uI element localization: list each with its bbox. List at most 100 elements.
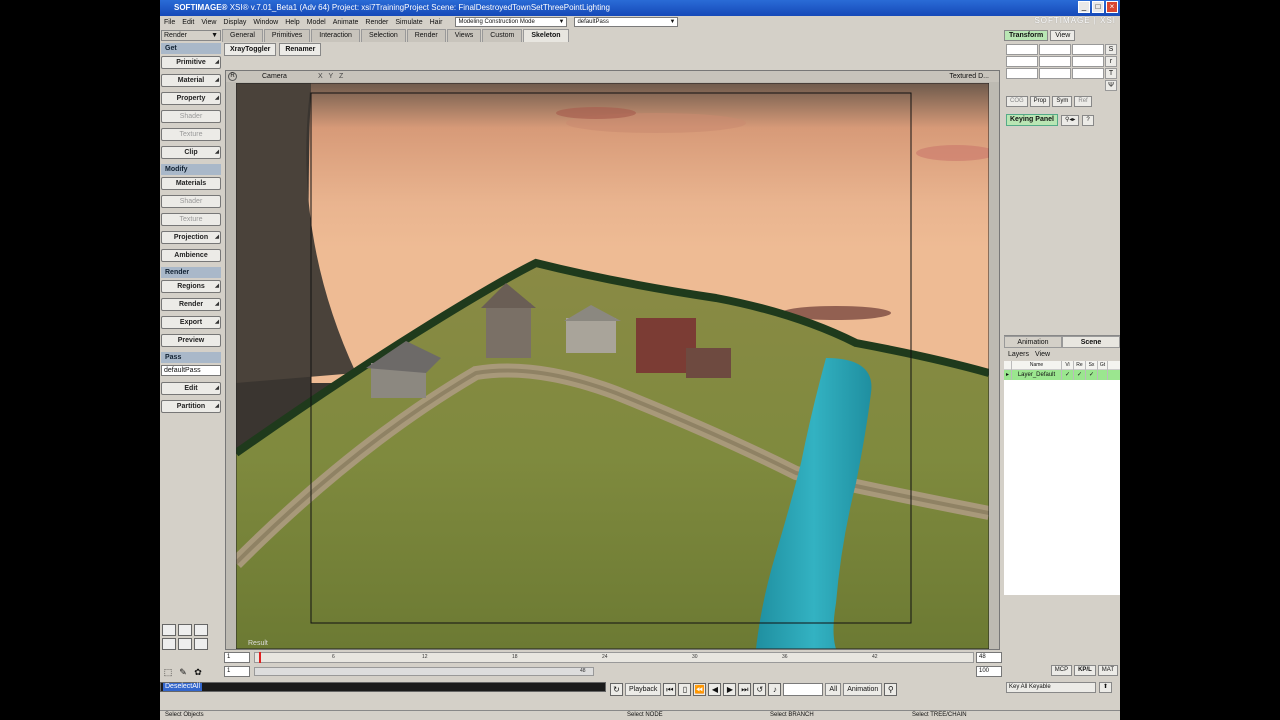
partition-button[interactable]: Partition ◢ <box>161 400 221 413</box>
tab-render[interactable]: Render <box>406 29 446 42</box>
range-start-field[interactable]: 1 <box>224 666 250 677</box>
modify-texture-button[interactable]: Texture <box>161 213 221 226</box>
material-button[interactable]: Material ◢ <box>161 74 221 87</box>
render-button[interactable]: Render ◢ <box>161 298 221 311</box>
layout-5-icon[interactable] <box>178 638 192 650</box>
maximize-button[interactable]: □ <box>1092 1 1104 13</box>
rendered-scene[interactable]: Result <box>236 83 989 649</box>
layer-name[interactable]: Layer_Default <box>1012 370 1062 380</box>
command-text[interactable]: DeselectAll <box>163 683 203 691</box>
layer-render-check[interactable]: ✓ <box>1074 370 1086 380</box>
loop-icon[interactable]: ↺ <box>753 682 767 696</box>
menu-hair[interactable]: Hair <box>430 19 443 26</box>
tab-mcp[interactable]: MCP <box>1050 665 1073 676</box>
toolbar-select[interactable]: Render ▼ <box>161 30 221 41</box>
viewport[interactable]: R Camera X Y Z Textured D... Result <box>225 70 1000 650</box>
rot-z-field[interactable] <box>1072 56 1104 67</box>
minimize-button[interactable]: _ <box>1078 1 1090 13</box>
frame-field[interactable] <box>783 682 824 696</box>
command-line[interactable]: DeselectAll <box>160 682 606 692</box>
materials-button[interactable]: Materials <box>161 177 221 190</box>
clip-button[interactable]: Clip ◢ <box>161 146 221 159</box>
preview-button[interactable]: Preview <box>161 334 221 347</box>
menu-model[interactable]: Model <box>307 19 326 26</box>
tab-primitives[interactable]: Primitives <box>263 29 311 42</box>
rot-y-field[interactable] <box>1039 56 1071 67</box>
key-icon[interactable]: ⚲◂▸ <box>1060 114 1080 126</box>
menu-help[interactable]: Help <box>285 19 299 26</box>
prev-frame-icon[interactable]: ◀ <box>708 682 722 696</box>
projection-button[interactable]: Projection ◢ <box>161 231 221 244</box>
menu-edit[interactable]: Edit <box>182 19 194 26</box>
layout-4-icon[interactable] <box>162 638 176 650</box>
help-icon[interactable]: ? <box>1082 114 1094 126</box>
key-all-keyable-select[interactable]: Key All Keyable <box>1006 682 1096 693</box>
scene-tab[interactable]: Scene <box>1062 336 1120 348</box>
close-button[interactable]: × <box>1106 1 1118 13</box>
menu-window[interactable]: Window <box>253 19 278 26</box>
regions-button[interactable]: Regions ◢ <box>161 280 221 293</box>
layout-2-icon[interactable] <box>178 624 192 636</box>
layout-3-icon[interactable] <box>194 624 208 636</box>
menu-display[interactable]: Display <box>223 19 246 26</box>
scale-z-field[interactable] <box>1072 44 1104 55</box>
rotate-label[interactable]: r <box>1105 56 1117 67</box>
ambience-button[interactable]: Ambience <box>161 249 221 262</box>
scale-y-field[interactable] <box>1039 44 1071 55</box>
layers-view-menu[interactable]: View <box>1035 348 1050 361</box>
tab-interaction[interactable]: Interaction <box>311 29 360 42</box>
stop-icon[interactable]: ▯ <box>678 682 692 696</box>
scale-label[interactable]: S <box>1105 44 1117 55</box>
translate-label[interactable]: T <box>1105 68 1117 79</box>
menu-render[interactable]: Render <box>365 19 388 26</box>
pass-select[interactable]: defaultPass ▼ <box>574 17 679 27</box>
audio-icon[interactable]: ♪ <box>768 682 782 696</box>
sym-button[interactable]: Sym <box>1052 96 1073 107</box>
shader-button[interactable]: Shader <box>161 110 221 123</box>
all-button[interactable]: All <box>825 682 842 696</box>
next-key-icon[interactable]: ⏭ <box>738 682 752 696</box>
animation-tab[interactable]: Animation <box>1004 336 1062 348</box>
animation-button[interactable]: Animation <box>843 682 883 696</box>
xray-toggler-button[interactable]: XrayToggler <box>224 43 277 56</box>
ref-button[interactable]: Ref <box>1074 96 1092 107</box>
search-icon[interactable]: ⚲ <box>884 682 898 696</box>
range-end-field[interactable]: 100 <box>976 666 1002 677</box>
select-tool-icon[interactable]: ⬚ <box>162 666 174 678</box>
first-frame-icon[interactable]: ⏪ <box>693 682 707 696</box>
prev-key-icon[interactable]: ⏮ <box>663 682 677 696</box>
start-frame-field[interactable]: 1 <box>224 652 250 663</box>
menu-view[interactable]: View <box>201 19 216 26</box>
end-frame-field[interactable]: 48 <box>976 652 1002 663</box>
key-icon-button[interactable]: ⬆ <box>1099 682 1113 693</box>
range-slider[interactable]: 48 <box>254 667 594 676</box>
pass-combo[interactable]: defaultPass <box>161 365 221 376</box>
menu-animate[interactable]: Animate <box>333 19 359 26</box>
mode-select[interactable]: Modeling Construction Mode ▼ <box>455 17 568 27</box>
playback-menu[interactable]: Playback <box>625 682 662 696</box>
cog-button[interactable]: COG <box>1006 96 1028 107</box>
tab-selection[interactable]: Selection <box>360 29 406 42</box>
paint-tool-icon[interactable]: ✿ <box>192 666 204 678</box>
menu-file[interactable]: File <box>164 19 175 26</box>
layer-visible-check[interactable]: ✓ <box>1062 370 1074 380</box>
tab-kpl[interactable]: KP/L <box>1074 665 1096 676</box>
pivot-label[interactable]: Ψ <box>1105 80 1117 91</box>
view-tab[interactable]: View <box>1050 30 1076 41</box>
transform-tab[interactable]: Transform <box>1004 30 1049 41</box>
playhead[interactable] <box>259 652 261 663</box>
brush-tool-icon[interactable]: ✎ <box>177 666 189 678</box>
edit-pass-button[interactable]: Edit ◢ <box>161 382 221 395</box>
trans-x-field[interactable] <box>1006 68 1038 79</box>
play-icon[interactable]: ▶ <box>723 682 737 696</box>
renamer-button[interactable]: Renamer <box>279 43 322 56</box>
layer-select-check[interactable]: ✓ <box>1086 370 1098 380</box>
primitive-button[interactable]: Primitive ◢ <box>161 56 221 69</box>
trans-z-field[interactable] <box>1072 68 1104 79</box>
menu-simulate[interactable]: Simulate <box>395 19 422 26</box>
scale-x-field[interactable] <box>1006 44 1038 55</box>
script-icon[interactable]: ↻ <box>610 682 623 696</box>
layout-1-icon[interactable] <box>162 624 176 636</box>
viewport-axes[interactable]: X Y Z <box>318 71 345 82</box>
property-button[interactable]: Property ◢ <box>161 92 221 105</box>
